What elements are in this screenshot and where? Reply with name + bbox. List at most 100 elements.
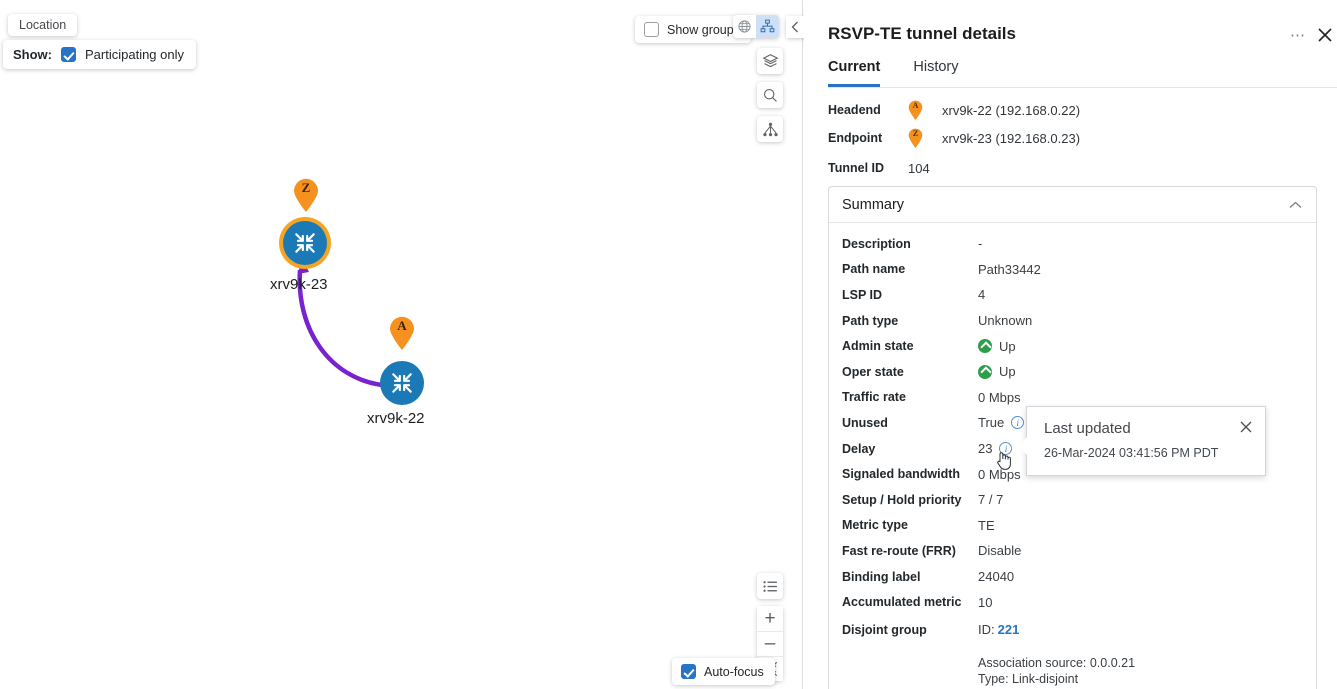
view-mode-toggle[interactable] bbox=[733, 15, 779, 38]
field-value: xrv9k-22 (192.168.0.22) bbox=[942, 102, 1081, 118]
participating-only-checkbox[interactable] bbox=[61, 47, 76, 62]
node-label-xrv9k-22: xrv9k-22 bbox=[367, 410, 425, 427]
row-value: TE bbox=[978, 517, 995, 533]
nav-prev-button[interactable] bbox=[786, 16, 804, 38]
summary-collapse-button[interactable] bbox=[1289, 196, 1302, 214]
router-icon bbox=[295, 233, 315, 253]
row-value: - bbox=[978, 236, 983, 252]
search-tool-button[interactable] bbox=[757, 82, 783, 108]
auto-focus-checkbox[interactable] bbox=[681, 664, 696, 679]
tree-tool-button[interactable] bbox=[757, 116, 783, 142]
row-value: 0 Mbps bbox=[978, 389, 1021, 405]
detail-tabs[interactable]: Current History bbox=[828, 56, 1337, 88]
association-source-note: Association source: 0.0.0.21 bbox=[978, 655, 1136, 670]
field-headend: Headend A xrv9k-22 (192.168.0.22) bbox=[828, 96, 1323, 124]
router-icon bbox=[392, 373, 412, 393]
row-label: Signaled bandwidth bbox=[842, 467, 961, 482]
auto-focus-control[interactable]: Auto-focus bbox=[672, 658, 775, 685]
pin-letter: Z bbox=[912, 129, 919, 138]
row-value: 7 / 7 bbox=[978, 492, 1004, 508]
auto-focus-label: Auto-focus bbox=[704, 664, 764, 679]
row-oper-state: Oper state Up bbox=[829, 359, 1316, 385]
tooltip-tail bbox=[1018, 437, 1027, 455]
node-pin-z: Z bbox=[293, 178, 319, 212]
row-value-group: ID: 221 bbox=[978, 622, 1019, 637]
disjoint-type-note: Type: Link-disjoint bbox=[978, 671, 1079, 686]
row-label: Fast re-route (FRR) bbox=[842, 543, 956, 558]
last-updated-tooltip: Last updated 26-Mar-2024 03:41:56 PM PDT bbox=[1017, 406, 1266, 476]
row-value: Up bbox=[999, 364, 1016, 380]
pin-letter: Z bbox=[301, 180, 311, 195]
row-disjoint-group: Disjoint group ID: 221 bbox=[829, 617, 1316, 643]
mouse-cursor bbox=[995, 450, 1011, 470]
location-chip[interactable]: Location bbox=[8, 14, 78, 36]
row-value: 24040 bbox=[978, 569, 1015, 585]
pointer-hand-icon bbox=[997, 452, 1011, 470]
tab-current[interactable]: Current bbox=[828, 56, 881, 87]
status-up-icon bbox=[978, 364, 992, 379]
row-binding-label: Binding label 24040 bbox=[829, 564, 1316, 590]
disjoint-notes: Association source: 0.0.0.21 Type: Link-… bbox=[829, 655, 1316, 687]
row-label: Delay bbox=[842, 441, 876, 456]
geo-view-button[interactable] bbox=[733, 15, 756, 38]
field-value: 104 bbox=[908, 160, 930, 176]
pin-letter: A bbox=[397, 318, 407, 333]
row-value: Unknown bbox=[978, 313, 1033, 329]
row-value-group: Up bbox=[978, 364, 1016, 379]
endpoint-pin-icon: Z bbox=[908, 128, 923, 148]
row-value: True bbox=[978, 415, 1005, 431]
row-value: 23 bbox=[978, 441, 993, 457]
summary-title: Summary bbox=[842, 196, 905, 213]
row-description: Description - bbox=[829, 231, 1316, 257]
status-up-icon bbox=[978, 339, 992, 354]
row-value: Disable bbox=[978, 543, 1022, 559]
row-label: LSP ID bbox=[842, 287, 883, 302]
field-label: Headend bbox=[828, 103, 881, 117]
tunnel-endpoints-summary: Headend A xrv9k-22 (192.168.0.22) Endpoi… bbox=[828, 96, 1323, 184]
show-label: Show: bbox=[13, 47, 52, 62]
row-label: Admin state bbox=[842, 339, 914, 354]
field-endpoint: Endpoint Z xrv9k-23 (192.168.0.23) bbox=[828, 124, 1323, 152]
row-metric-type: Metric type TE bbox=[829, 513, 1316, 539]
page-title: RSVP-TE tunnel details bbox=[828, 24, 1016, 43]
participating-only-label: Participating only bbox=[85, 47, 184, 62]
row-value: Path33442 bbox=[978, 261, 1041, 277]
row-label: Path name bbox=[842, 262, 906, 277]
show-groups-label: Show groups bbox=[667, 22, 740, 37]
tab-history[interactable]: History bbox=[913, 56, 958, 87]
row-label: Path type bbox=[842, 313, 899, 328]
layers-icon bbox=[761, 53, 779, 67]
field-value: xrv9k-23 (192.168.0.23) bbox=[942, 130, 1081, 146]
zoom-out-button[interactable]: – bbox=[757, 631, 783, 656]
summary-header[interactable]: Summary bbox=[829, 187, 1316, 223]
row-label: Unused bbox=[842, 415, 888, 430]
close-icon bbox=[1318, 28, 1332, 42]
show-filter-bar[interactable]: Show: Participating only bbox=[3, 40, 196, 69]
topology-map-area[interactable]: Z xrv9k-23 A xrv9k-22 Location Show: Par… bbox=[0, 0, 822, 689]
row-label: Metric type bbox=[842, 518, 908, 533]
more-options-button[interactable]: ⋯ bbox=[1290, 26, 1307, 44]
chevron-up-icon bbox=[1289, 201, 1302, 208]
list-view-button[interactable] bbox=[757, 573, 783, 599]
chevron-left-icon bbox=[791, 21, 798, 33]
node-xrv9k-22[interactable] bbox=[380, 361, 424, 405]
logical-view-button[interactable] bbox=[756, 15, 779, 38]
tooltip-close-button[interactable] bbox=[1239, 420, 1253, 434]
info-icon[interactable]: i bbox=[1011, 416, 1025, 430]
node-pin-a: A bbox=[389, 316, 415, 350]
close-panel-button[interactable] bbox=[1316, 26, 1334, 44]
row-value-group: True i bbox=[978, 415, 1025, 431]
row-label: Accumulated metric bbox=[842, 595, 962, 610]
row-label: Binding label bbox=[842, 569, 921, 584]
pin-letter: A bbox=[912, 101, 919, 110]
row-lsp-id: LSP ID 4 bbox=[829, 282, 1316, 308]
zoom-in-button[interactable]: + bbox=[757, 606, 783, 631]
layers-tool-button[interactable] bbox=[757, 48, 783, 74]
node-xrv9k-23[interactable] bbox=[283, 221, 327, 265]
show-groups-checkbox[interactable] bbox=[644, 22, 659, 37]
row-label: Disjoint group bbox=[842, 622, 927, 637]
tooltip-title: Last updated bbox=[1044, 420, 1131, 437]
row-label: Setup / Hold priority bbox=[842, 492, 962, 507]
disjoint-group-id-link[interactable]: 221 bbox=[998, 622, 1020, 637]
row-setup-hold-priority: Setup / Hold priority 7 / 7 bbox=[829, 487, 1316, 513]
